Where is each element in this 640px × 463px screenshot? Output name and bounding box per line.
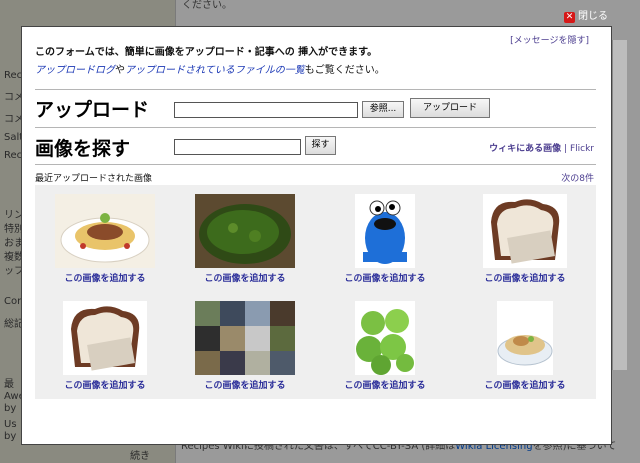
source-links: ウィキにある画像 | Flickr: [489, 141, 594, 154]
backdrop-line: ッフ: [4, 266, 24, 277]
add-image-link[interactable]: この画像を追加する: [455, 271, 595, 284]
separator: |: [564, 144, 568, 154]
gallery-item: この画像を追加する: [35, 292, 175, 397]
wiki-images-link[interactable]: ウィキにある画像: [489, 144, 561, 154]
backdrop-line: 総記: [4, 319, 24, 330]
noodle-dish-image[interactable]: [497, 301, 553, 375]
backdrop-line: 最: [4, 379, 14, 390]
backdrop-line: Cor: [4, 296, 22, 307]
find-image-heading: 画像を探す: [35, 138, 131, 160]
divider: [35, 164, 596, 165]
upload-log-link[interactable]: アップロードログ: [35, 65, 115, 76]
file-path-input[interactable]: [174, 102, 358, 118]
add-image-link[interactable]: この画像を追加する: [455, 378, 595, 391]
upload-button[interactable]: アップロード: [410, 98, 490, 118]
add-image-link[interactable]: この画像を追加する: [175, 271, 315, 284]
bread-image[interactable]: [63, 301, 147, 375]
backdrop-line: Us: [4, 419, 17, 430]
cookie-monster-image[interactable]: [355, 194, 415, 268]
add-image-link[interactable]: この画像を追加する: [35, 378, 175, 391]
backdrop-line: コメ: [4, 92, 24, 103]
backdrop-line: Rec: [4, 150, 23, 161]
image-search-input[interactable]: [174, 139, 301, 155]
intro-text: このフォームでは、簡単に画像をアップロード・記事への 挿入ができます。: [35, 47, 378, 58]
add-image-link[interactable]: この画像を追加する: [35, 271, 175, 284]
gallery-item: この画像を追加する: [315, 292, 455, 397]
gallery-item: この画像を追加する: [455, 185, 595, 290]
uploaded-files-link[interactable]: アップロードされているファイルの一覧: [125, 65, 305, 76]
gallery-item: この画像を追加する: [455, 292, 595, 397]
pasta-image[interactable]: [55, 194, 155, 268]
backdrop-line: コメ: [4, 114, 24, 125]
intro-end: もご覧ください。: [304, 65, 385, 76]
gallery-item: この画像を追加する: [175, 292, 315, 397]
backdrop-line: 複数: [4, 252, 24, 263]
search-button[interactable]: 探す: [305, 136, 336, 155]
green-apples-image[interactable]: [355, 301, 415, 375]
recent-uploads-label: 最近アップロードされた画像: [35, 174, 153, 184]
backdrop-scrollbar: [612, 40, 627, 370]
bread-image[interactable]: [483, 194, 567, 268]
backdrop-line: Salt: [4, 132, 24, 143]
photo-collage-image[interactable]: [195, 301, 295, 375]
backdrop-line: おま: [4, 238, 24, 249]
green-curry-image[interactable]: [195, 194, 295, 268]
flickr-link[interactable]: Flickr: [570, 144, 594, 154]
backdrop-line: 特別: [4, 224, 24, 235]
intro-links: アップロードログやアップロードされているファイルの一覧もご覧ください。: [35, 61, 385, 76]
backdrop-line: Rec: [4, 70, 23, 81]
image-gallery: この画像を追加する この画像を追加する この画像を追加する この画像を追加する …: [35, 185, 596, 399]
add-image-link[interactable]: この画像を追加する: [175, 378, 315, 391]
backdrop-continue: 続き: [130, 451, 150, 462]
backdrop-top-text: ください。: [182, 0, 232, 11]
gallery-item: この画像を追加する: [175, 185, 315, 290]
browse-button[interactable]: 参照...: [362, 101, 404, 118]
divider: [35, 127, 596, 128]
backdrop-line: リン: [4, 210, 24, 221]
close-button[interactable]: ✕ 閉じる: [564, 10, 608, 24]
intro-mid: や: [115, 65, 125, 76]
upload-heading: アップロード: [35, 99, 150, 121]
backdrop-line: by: [4, 431, 17, 442]
gallery-item: この画像を追加する: [315, 185, 455, 290]
close-label: 閉じる: [578, 11, 608, 22]
next-page-link[interactable]: 次の8件: [561, 171, 594, 184]
gallery-item: この画像を追加する: [35, 185, 175, 290]
hide-message-link[interactable]: [メッセージを隠す]: [510, 33, 589, 46]
close-icon: ✕: [564, 11, 575, 23]
divider: [35, 89, 596, 90]
add-image-link[interactable]: この画像を追加する: [315, 271, 455, 284]
backdrop-line: by: [4, 403, 17, 414]
upload-dialog: [メッセージを隠す] このフォームでは、簡単に画像をアップロード・記事への 挿入…: [22, 27, 611, 444]
add-image-link[interactable]: この画像を追加する: [315, 378, 455, 391]
